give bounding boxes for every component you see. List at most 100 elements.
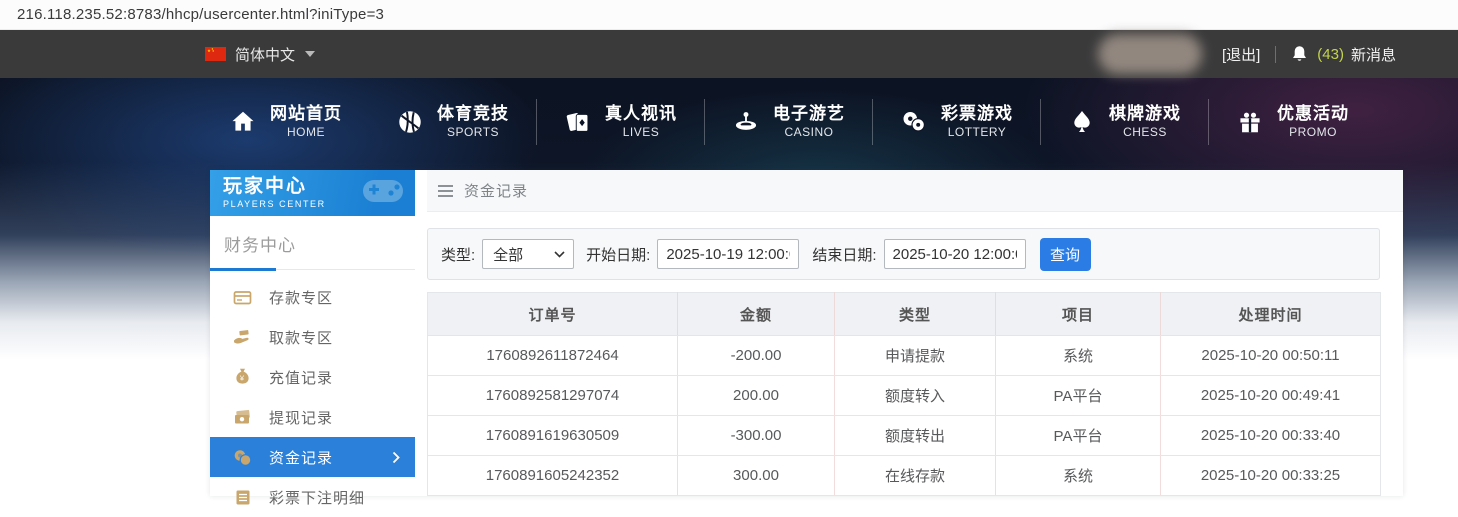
cell-project: 系统 [996, 336, 1161, 376]
coins-icon [233, 449, 252, 466]
page-url: 216.118.235.52:8783/hhcp/usercenter.html… [17, 6, 384, 23]
sidebar-section-title: 财务中心 [210, 216, 415, 256]
deposit-card-icon [233, 289, 252, 306]
sidebar-item-label: 充值记录 [269, 367, 333, 388]
divider [1275, 46, 1276, 63]
cell-order-no: 1760891619630509 [428, 416, 678, 456]
sidebar-item-lottery-detail[interactable]: 彩票下注明细 [210, 477, 415, 517]
cash-icon [233, 409, 252, 425]
logout-link[interactable]: [退出] [1222, 44, 1260, 65]
type-select[interactable]: 全部 [482, 239, 574, 269]
cards-icon [564, 108, 592, 136]
table-header-row: 订单号 金额 类型 项目 处理时间 [428, 293, 1381, 336]
cell-type: 在线存款 [835, 456, 996, 496]
start-date-label: 开始日期: [586, 244, 650, 265]
cell-process-time: 2025-10-20 00:50:11 [1161, 336, 1381, 376]
money-bag-icon: ¥ [233, 368, 252, 386]
select-chevron-icon [554, 251, 565, 258]
end-date-input[interactable] [884, 239, 1026, 269]
records-table: 订单号 金额 类型 项目 处理时间 1760892611872464 -200.… [427, 292, 1381, 496]
type-select-value: 全部 [493, 244, 523, 265]
cell-project: PA平台 [996, 416, 1161, 456]
spade-icon [1068, 108, 1096, 136]
sidebar-menu: 存款专区 取款专区 ¥ 充值记录 提现记录 [210, 277, 415, 517]
language-selector[interactable]: 简体中文 [205, 44, 315, 65]
nav-item-chess[interactable]: 棋牌游戏CHESS [1041, 103, 1208, 140]
start-date-input[interactable] [657, 239, 799, 269]
bell-icon[interactable] [1291, 45, 1308, 64]
col-type: 类型 [835, 293, 996, 336]
withdraw-hand-icon [233, 329, 252, 346]
china-flag-icon [205, 47, 226, 61]
home-icon [229, 108, 257, 136]
username-redacted [1098, 34, 1202, 74]
message-count[interactable]: (43) [1317, 46, 1344, 63]
table-row: 1760891605242352 300.00 在线存款 系统 2025-10-… [428, 456, 1381, 496]
filter-panel: 类型: 全部 开始日期: 结束日期: 查询 [427, 228, 1380, 280]
cell-amount: -300.00 [678, 416, 835, 456]
nav-item-casino[interactable]: 电子游艺CASINO [705, 103, 872, 140]
table-row: 1760891619630509 -300.00 额度转出 PA平台 2025-… [428, 416, 1381, 456]
nav-item-lives[interactable]: 真人视讯LIVES [537, 103, 704, 140]
breadcrumb: 资金记录 [427, 170, 1403, 212]
chevron-right-icon [392, 451, 400, 464]
nav-item-lottery[interactable]: 彩票游戏LOTTERY [873, 103, 1040, 140]
sidebar-item-withdraw[interactable]: 取款专区 [210, 317, 415, 357]
cell-process-time: 2025-10-20 00:33:40 [1161, 416, 1381, 456]
message-link[interactable]: 新消息 [1351, 44, 1396, 65]
cell-type: 额度转出 [835, 416, 996, 456]
type-label: 类型: [441, 244, 475, 265]
cell-amount: 300.00 [678, 456, 835, 496]
language-label: 简体中文 [235, 44, 295, 65]
account-bar: 简体中文 [退出] (43) 新消息 [0, 30, 1458, 78]
hamburger-icon [438, 185, 453, 197]
sidebar-item-withdraw-record[interactable]: 提现记录 [210, 397, 415, 437]
cell-project: 系统 [996, 456, 1161, 496]
lottery-balls-icon [900, 108, 928, 136]
col-amount: 金额 [678, 293, 835, 336]
sidebar-header: 玩家中心 PLAYERS CENTER [210, 170, 415, 216]
table-row: 1760892611872464 -200.00 申请提款 系统 2025-10… [428, 336, 1381, 376]
nav-item-sports[interactable]: 体育竞技SPORTS [369, 103, 536, 140]
roulette-icon [732, 108, 760, 136]
content-card: 玩家中心 PLAYERS CENTER 财务中心 存款专区 取款专区 [210, 170, 1403, 496]
cell-amount: 200.00 [678, 376, 835, 416]
main-navigation: 网站首页HOME 体育竞技SPORTS 真人视讯LIVES 电子游艺CASINO… [0, 78, 1458, 165]
address-bar[interactable]: 216.118.235.52:8783/hhcp/usercenter.html… [0, 0, 1458, 30]
col-process-time: 处理时间 [1161, 293, 1381, 336]
document-icon [233, 489, 252, 506]
sidebar-item-label: 提现记录 [269, 407, 333, 428]
basketball-icon [396, 108, 424, 136]
cell-order-no: 1760891605242352 [428, 456, 678, 496]
sidebar-section-rule [210, 267, 415, 270]
col-project: 项目 [996, 293, 1161, 336]
sidebar-item-label: 彩票下注明细 [269, 487, 365, 508]
cell-type: 申请提款 [835, 336, 996, 376]
cell-amount: -200.00 [678, 336, 835, 376]
cell-order-no: 1760892611872464 [428, 336, 678, 376]
sidebar-item-deposit[interactable]: 存款专区 [210, 277, 415, 317]
cell-process-time: 2025-10-20 00:49:41 [1161, 376, 1381, 416]
table-row: 1760892581297074 200.00 额度转入 PA平台 2025-1… [428, 376, 1381, 416]
sidebar-item-label: 存款专区 [269, 287, 333, 308]
chevron-down-icon [305, 51, 315, 57]
sidebar-item-label: 资金记录 [269, 447, 333, 468]
gift-icon [1236, 108, 1264, 136]
sidebar: 玩家中心 PLAYERS CENTER 财务中心 存款专区 取款专区 [210, 170, 415, 496]
svg-text:¥: ¥ [240, 374, 245, 383]
cell-type: 额度转入 [835, 376, 996, 416]
cell-order-no: 1760892581297074 [428, 376, 678, 416]
search-button[interactable]: 查询 [1040, 238, 1091, 271]
page-title: 资金记录 [464, 180, 528, 201]
main-content: 资金记录 类型: 全部 开始日期: 结束日期: 查询 订单号 金额 类型 [427, 170, 1403, 496]
sidebar-item-recharge-record[interactable]: ¥ 充值记录 [210, 357, 415, 397]
sidebar-item-label: 取款专区 [269, 327, 333, 348]
nav-item-home[interactable]: 网站首页HOME [202, 103, 369, 140]
cell-project: PA平台 [996, 376, 1161, 416]
col-order-no: 订单号 [428, 293, 678, 336]
gamepad-icon [353, 172, 409, 216]
end-date-label: 结束日期: [812, 244, 876, 265]
sidebar-item-funds-record[interactable]: 资金记录 [210, 437, 415, 477]
cell-process-time: 2025-10-20 00:33:25 [1161, 456, 1381, 496]
nav-item-promo[interactable]: 优惠活动PROMO [1209, 103, 1376, 140]
